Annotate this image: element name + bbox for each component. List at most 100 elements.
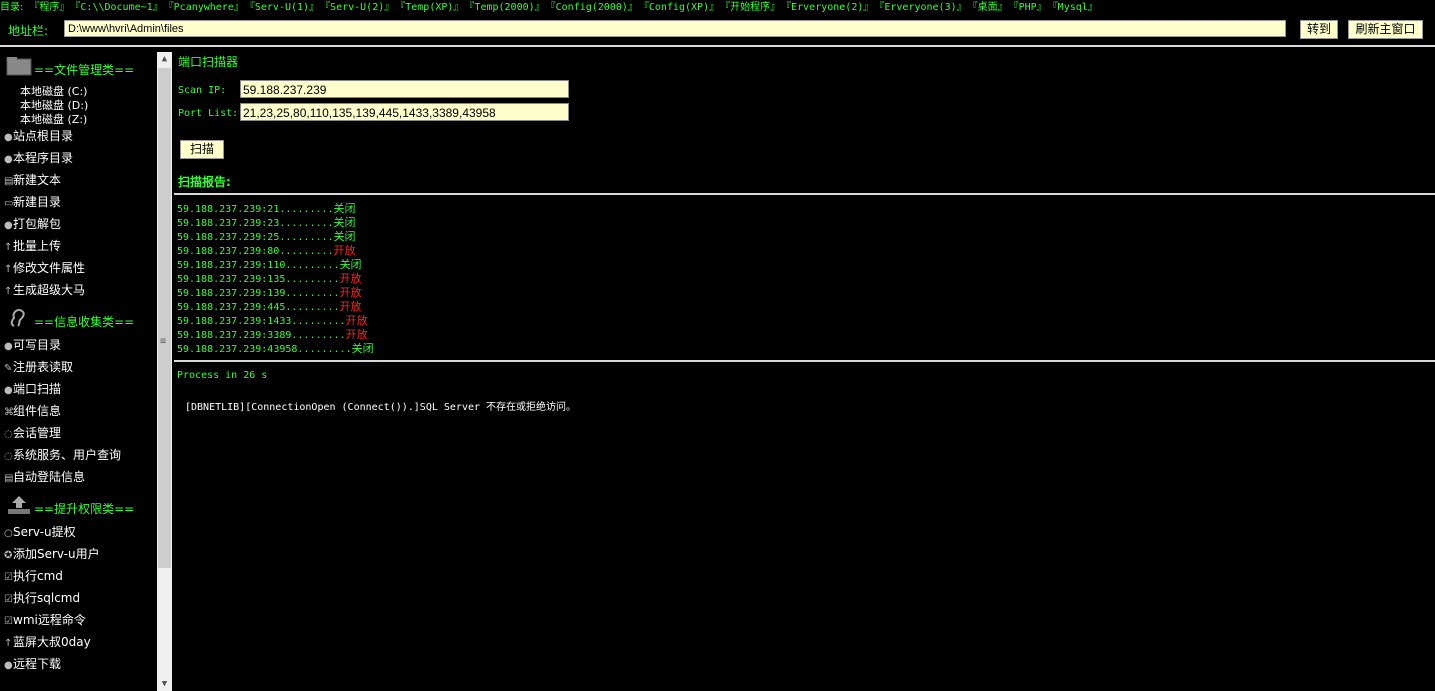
scan-result-status: 关闭 bbox=[333, 230, 356, 243]
sidebar: ==文件管理类== 本地磁盘 (C:) 本地磁盘 (D:) 本地磁盘 (Z:) … bbox=[0, 52, 156, 691]
bullet-icon: ● bbox=[4, 385, 13, 396]
directory-link-0[interactable]: 『程序』 bbox=[29, 2, 69, 13]
report-divider-top bbox=[174, 193, 1435, 195]
sidebar-info-item-6[interactable]: ▤自动登陆信息 bbox=[4, 469, 85, 485]
scan-result-row: 59.188.237.239:1433.........开放 bbox=[177, 314, 374, 328]
directory-link-7[interactable]: 『Config(2000)』 bbox=[551, 2, 638, 13]
goto-button[interactable]: 转到 bbox=[1300, 20, 1338, 39]
page-title: 端口扫描器 bbox=[178, 55, 239, 69]
sidebar-priv-item-2[interactable]: ☑执行cmd bbox=[4, 568, 63, 584]
sidebar-priv-item-5[interactable]: ↑蓝屏大叔0day bbox=[4, 634, 91, 650]
directory-link-13[interactable]: 『PHP』 bbox=[1014, 2, 1047, 13]
scan-button[interactable]: 扫描 bbox=[180, 140, 224, 159]
sidebar-item-label: 端口扫描 bbox=[13, 382, 62, 396]
directory-link-4[interactable]: 『Serv-U(2)』 bbox=[325, 2, 394, 13]
scan-result-address: 59.188.237.239:80......... bbox=[177, 246, 334, 257]
sidebar-scrollbar[interactable]: ▲ ≡ ▼ bbox=[157, 52, 172, 691]
sidebar-item-label: 注册表读取 bbox=[13, 360, 74, 374]
directory-link-1[interactable]: 『C:\\Docume~1』 bbox=[75, 2, 162, 13]
sidebar-info-item-2[interactable]: ●端口扫描 bbox=[4, 381, 61, 397]
bullet-icon: ✎ bbox=[4, 363, 13, 374]
sidebar-item-label: 修改文件属性 bbox=[13, 261, 86, 275]
bullet-icon: ↑ bbox=[4, 286, 13, 297]
sidebar-item-label: 蓝屏大叔0day bbox=[13, 635, 91, 649]
directory-link-2[interactable]: 『Pcanywhere』 bbox=[169, 2, 244, 13]
sql-error-message: [DBNETLIB][ConnectionOpen (Connect()).]S… bbox=[185, 402, 577, 413]
sidebar-item-label: 本程序目录 bbox=[13, 151, 74, 165]
scan-result-address: 59.188.237.239:23......... bbox=[177, 218, 334, 229]
sidebar-item-label: 执行cmd bbox=[13, 569, 63, 583]
directory-link-5[interactable]: 『Temp(XP)』 bbox=[400, 2, 463, 13]
bullet-icon: ↑ bbox=[4, 242, 13, 253]
refresh-main-window-button[interactable]: 刷新主窗口 bbox=[1348, 20, 1423, 39]
drive-z[interactable]: 本地磁盘 (Z:) bbox=[20, 111, 87, 127]
scan-result-status: 关闭 bbox=[339, 258, 362, 271]
section-file-title: ==文件管理类== bbox=[34, 63, 135, 77]
sidebar-item-label: 新建目录 bbox=[13, 195, 62, 209]
bullet-icon: ▭ bbox=[4, 198, 14, 209]
sidebar-file-item-6[interactable]: ↑修改文件属性 bbox=[4, 260, 85, 276]
report-divider-bottom bbox=[174, 360, 1435, 362]
scan-result-status: 关闭 bbox=[351, 342, 374, 355]
bullet-icon: ⌘ bbox=[4, 407, 14, 418]
sidebar-info-item-1[interactable]: ✎注册表读取 bbox=[4, 359, 73, 375]
sidebar-file-item-0[interactable]: ●站点根目录 bbox=[4, 128, 73, 144]
sidebar-item-label: 远程下载 bbox=[13, 657, 62, 671]
bullet-icon: ◌ bbox=[4, 429, 13, 440]
scan-result-address: 59.188.237.239:135......... bbox=[177, 274, 340, 285]
scan-result-status: 开放 bbox=[333, 244, 356, 257]
sidebar-priv-item-1[interactable]: ✪添加Serv-u用户 bbox=[4, 546, 100, 562]
sidebar-priv-item-3[interactable]: ☑执行sqlcmd bbox=[4, 590, 80, 606]
sidebar-priv-item-6[interactable]: ●远程下载 bbox=[4, 656, 61, 672]
scroll-down-arrow-icon[interactable]: ▼ bbox=[157, 677, 172, 691]
section-priv-title: ==提升权限类== bbox=[34, 502, 135, 516]
sidebar-info-item-4[interactable]: ◌会话管理 bbox=[4, 425, 61, 441]
scan-result-address: 59.188.237.239:445......... bbox=[177, 302, 340, 313]
scan-result-status: 开放 bbox=[339, 286, 362, 299]
scroll-up-arrow-icon[interactable]: ▲ bbox=[157, 52, 172, 66]
directory-link-12[interactable]: 『桌面』 bbox=[973, 2, 1008, 13]
directory-link-11[interactable]: 『Erveryone(3)』 bbox=[879, 2, 966, 13]
bullet-icon: ▤ bbox=[4, 176, 14, 187]
sidebar-info-item-3[interactable]: ⌘组件信息 bbox=[4, 403, 61, 419]
directory-link-6[interactable]: 『Temp(2000)』 bbox=[469, 2, 544, 13]
sidebar-priv-item-4[interactable]: ☑wmi远程命令 bbox=[4, 612, 86, 628]
directory-label: 目录: bbox=[0, 2, 24, 13]
directory-link-14[interactable]: 『Mysql』 bbox=[1053, 2, 1098, 13]
ear-icon bbox=[10, 308, 25, 327]
directory-link-3[interactable]: 『Serv-U(1)』 bbox=[250, 2, 319, 13]
directory-link-9[interactable]: 『开始程序』 bbox=[725, 2, 780, 13]
sidebar-priv-item-0[interactable]: ○Serv-u提权 bbox=[4, 524, 76, 540]
sidebar-item-label: 生成超级大马 bbox=[13, 283, 86, 297]
bullet-icon: ○ bbox=[4, 528, 13, 539]
scan-result-status: 关闭 bbox=[333, 202, 356, 215]
sidebar-file-item-3[interactable]: ▭新建目录 bbox=[4, 194, 61, 210]
port-list-input[interactable]: 21,23,25,80,110,135,139,445,1433,3389,43… bbox=[240, 103, 569, 121]
scan-results-list: 59.188.237.239:21.........关闭 59.188.237.2… bbox=[177, 202, 374, 356]
scan-result-address: 59.188.237.239:139......... bbox=[177, 288, 340, 299]
sidebar-file-item-2[interactable]: ▤新建文本 bbox=[4, 172, 61, 188]
scan-ip-input[interactable]: 59.188.237.239 bbox=[240, 80, 569, 98]
sidebar-file-item-5[interactable]: ↑批量上传 bbox=[4, 238, 61, 254]
scan-result-row: 59.188.237.239:135.........开放 bbox=[177, 272, 374, 286]
sidebar-file-item-7[interactable]: ↑生成超级大马 bbox=[4, 282, 85, 298]
address-input[interactable]: D:\www\hvri\Admin\files bbox=[64, 20, 1286, 37]
sidebar-file-item-4[interactable]: ●打包解包 bbox=[4, 216, 61, 232]
sidebar-item-label: 自动登陆信息 bbox=[13, 470, 86, 484]
sidebar-info-item-5[interactable]: ◌系统服务、用户查询 bbox=[4, 447, 121, 463]
directory-link-10[interactable]: 『Erveryone(2)』 bbox=[786, 2, 873, 13]
sidebar-file-item-1[interactable]: ●本程序目录 bbox=[4, 150, 73, 166]
port-list-label: Port List: bbox=[178, 108, 239, 119]
scan-result-address: 59.188.237.239:25......... bbox=[177, 232, 334, 243]
scan-result-row: 59.188.237.239:110.........关闭 bbox=[177, 258, 374, 272]
sidebar-item-label: wmi远程命令 bbox=[13, 613, 86, 627]
sidebar-item-label: 添加Serv-u用户 bbox=[13, 547, 100, 561]
sidebar-info-item-0[interactable]: ●可写目录 bbox=[4, 337, 61, 353]
upload-tray-icon bbox=[8, 496, 30, 514]
scan-result-status: 关闭 bbox=[333, 216, 356, 229]
scan-result-address: 59.188.237.239:3389......... bbox=[177, 330, 346, 341]
directory-link-8[interactable]: 『Config(XP)』 bbox=[644, 2, 719, 13]
report-title: 扫描报告: bbox=[178, 175, 231, 189]
scan-result-row: 59.188.237.239:3389.........开放 bbox=[177, 328, 374, 342]
scroll-thumb[interactable] bbox=[158, 68, 171, 568]
